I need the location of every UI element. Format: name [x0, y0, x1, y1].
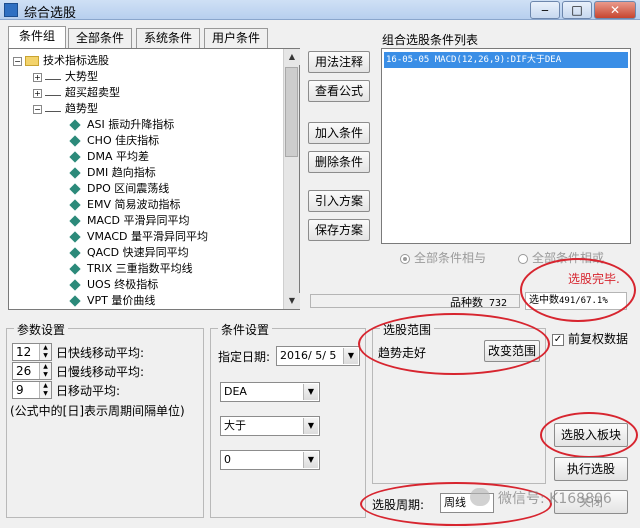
view-formula-button[interactable]: 查看公式 [308, 80, 370, 102]
param-note: (公式中的[日]表示周期间隔单位) [10, 404, 185, 418]
tree-item[interactable]: MACD 平滑异同平均 [69, 213, 189, 229]
minimize-icon: ‒ [541, 3, 549, 17]
indicator-icon [69, 231, 81, 243]
annotation-circle [540, 412, 638, 458]
usage-note-button[interactable]: 用法注释 [308, 51, 370, 73]
wechat-icon [470, 488, 490, 506]
spin-icon[interactable]: ▲ ▼ [39, 382, 51, 398]
indicator-icon [69, 167, 81, 179]
param-slow-label: 日慢线移动平均: [56, 365, 145, 379]
chevron-down-icon[interactable]: ▼ [303, 418, 318, 434]
indicator-icon [69, 151, 81, 163]
condition-list-title: 组合选股条件列表 [382, 33, 479, 47]
app-icon [4, 3, 18, 17]
indicator-icon [69, 199, 81, 211]
condition-item[interactable]: 16-05-05 MACD(12,26,9):DIF大于DEA [384, 52, 628, 68]
expand-icon[interactable]: + [33, 88, 42, 98]
params-title: 参数设置 [14, 321, 69, 338]
expand-icon[interactable]: + [33, 72, 42, 82]
radio-all-and[interactable]: 全部条件相与 [400, 249, 486, 266]
execute-button[interactable]: 执行选股 [554, 457, 628, 481]
chevron-down-icon[interactable]: ▼ [303, 452, 318, 468]
scroll-down-icon[interactable]: ▼ [284, 293, 300, 309]
import-plan-button[interactable]: 引入方案 [308, 190, 370, 212]
param-signal-label: 日移动平均: [56, 384, 121, 398]
condition-setting-title: 条件设置 [218, 321, 273, 338]
tree-root[interactable]: − 技术指标选股 [13, 53, 109, 69]
close-icon: ✕ [609, 3, 621, 17]
save-plan-button[interactable]: 保存方案 [308, 219, 370, 241]
tree-item[interactable]: TRIX 三重指数平均线 [69, 261, 193, 277]
tree-item[interactable]: DMI 趋向指标 [69, 165, 156, 181]
param-fast-input[interactable]: 12 ▲ ▼ [12, 343, 52, 361]
tree-group-market[interactable]: + 大势型 [33, 69, 98, 85]
restore-checkbox[interactable]: ✓ 前复权数据 [552, 330, 628, 347]
param-signal-input[interactable]: 9 ▲ ▼ [12, 381, 52, 399]
indicator-icon [69, 295, 81, 307]
indicator-icon [69, 183, 81, 195]
close-button[interactable]: ✕ [594, 1, 636, 19]
annotation-circle [358, 313, 550, 375]
maximize-button[interactable]: □ [562, 1, 592, 19]
tree-group-overbought[interactable]: + 超买超卖型 [33, 85, 120, 101]
date-picker[interactable]: 2016/ 5/ 5 ▼ [276, 346, 360, 366]
value-select[interactable]: 0 ▼ [220, 450, 320, 470]
scroll-thumb[interactable] [285, 67, 298, 157]
count-text: 品种数 732 [450, 296, 508, 309]
minimize-button[interactable]: ‒ [530, 1, 560, 19]
key-icon [45, 106, 61, 112]
spin-icon[interactable]: ▲ ▼ [39, 344, 51, 360]
tab-system-conditions[interactable]: 系统条件 [136, 28, 200, 48]
tree-item[interactable]: VPT 量价曲线 [69, 293, 155, 309]
operator-select[interactable]: 大于 ▼ [220, 416, 320, 436]
collapse-icon[interactable]: − [33, 104, 42, 114]
field-select[interactable]: DEA ▼ [220, 382, 320, 402]
spin-icon[interactable]: ▲ ▼ [39, 363, 51, 379]
add-condition-button[interactable]: 加入条件 [308, 122, 370, 144]
maximize-icon: □ [571, 3, 583, 17]
collapse-icon[interactable]: − [13, 56, 22, 66]
indicator-icon [69, 135, 81, 147]
tree-scrollbar[interactable]: ▲ ▼ [283, 49, 300, 309]
tab-user-conditions[interactable]: 用户条件 [204, 28, 268, 48]
key-icon [45, 90, 61, 96]
tab-all-conditions[interactable]: 全部条件 [68, 28, 132, 48]
tree-item[interactable]: UOS 终极指标 [69, 277, 158, 293]
chevron-down-icon[interactable]: ▼ [303, 384, 318, 400]
date-label: 指定日期: [218, 350, 271, 364]
key-icon [45, 74, 61, 80]
checkmark-icon: ✓ [552, 333, 564, 346]
tree-item[interactable]: DMA 平均差 [69, 149, 149, 165]
indicator-icon [69, 247, 81, 259]
chevron-down-icon[interactable]: ▼ [343, 348, 358, 364]
radio-icon [518, 253, 528, 264]
param-slow-input[interactable]: 26 ▲ ▼ [12, 362, 52, 380]
indicator-icon [69, 263, 81, 275]
condition-list[interactable]: 16-05-05 MACD(12,26,9):DIF大于DEA [381, 48, 631, 244]
tree-group-trend[interactable]: − 趋势型 [33, 101, 98, 117]
indicator-tree[interactable]: − 技术指标选股 + 大势型 + 超买超卖型 − 趋势型 ASI 振动升降指标 CHO … [8, 48, 300, 310]
watermark-text: 微信号: K168806 [498, 491, 612, 507]
folder-icon [25, 56, 39, 66]
tree-item[interactable]: VMACD 量平滑异同平均 [69, 229, 208, 245]
tree-item[interactable]: ASI 振动升降指标 [69, 117, 174, 133]
annotation-circle [520, 258, 636, 322]
delete-condition-button[interactable]: 删除条件 [308, 151, 370, 173]
indicator-icon [69, 119, 81, 131]
radio-icon [400, 253, 410, 264]
tree-item[interactable]: QACD 快速异同平均 [69, 245, 189, 261]
param-fast-label: 日快线移动平均: [56, 346, 145, 360]
window-title: 综合选股 [24, 6, 77, 21]
tree-item[interactable]: EMV 简易波动指标 [69, 197, 180, 213]
tab-condition-group[interactable]: 条件组 [8, 26, 66, 48]
indicator-icon [69, 279, 81, 291]
scroll-up-icon[interactable]: ▲ [284, 49, 300, 65]
tree-item[interactable]: DPO 区间震荡线 [69, 181, 169, 197]
tree-item[interactable]: CHO 佳庆指标 [69, 133, 159, 149]
indicator-icon [69, 215, 81, 227]
